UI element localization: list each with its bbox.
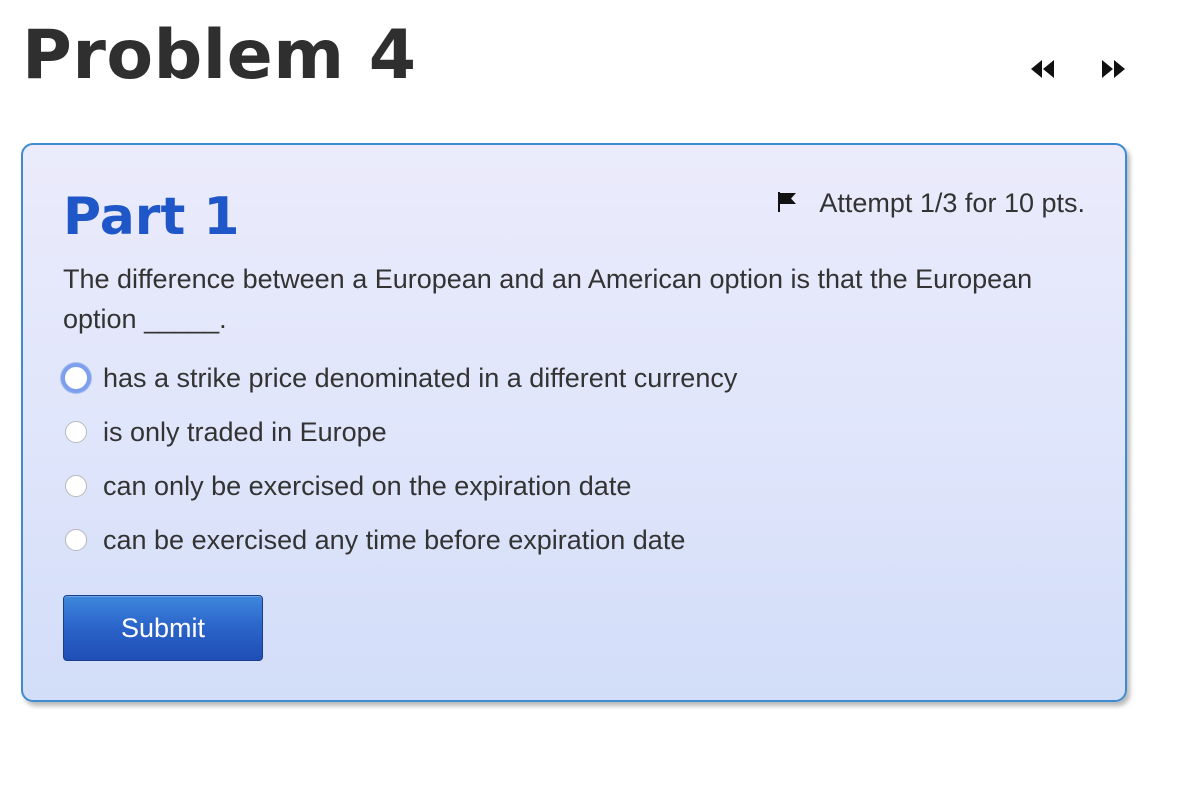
rewind-icon — [1031, 60, 1054, 78]
radio-button-1[interactable] — [61, 363, 91, 393]
answer-choices: has a strike price denominated in a diff… — [61, 351, 738, 567]
choice-label-2: is only traded in Europe — [103, 417, 387, 447]
question-card: Part 1 Attempt 1/3 for 10 pts. The diffe… — [21, 143, 1127, 702]
question-text: The difference between a European and an… — [63, 264, 1033, 334]
problem-title: Problem 4 — [22, 16, 417, 95]
choice-option-3[interactable]: can only be exercised on the expiration … — [63, 459, 737, 513]
fast-forward-icon — [1102, 60, 1125, 78]
choice-label-3: can only be exercised on the expiration … — [103, 471, 632, 501]
radio-button-2[interactable] — [65, 421, 87, 443]
attempt-info: Attempt 1/3 for 10 pts. — [777, 188, 1085, 219]
part-title: Part 1 — [63, 187, 240, 247]
choice-option-4[interactable]: can be exercised any time before expirat… — [63, 513, 737, 567]
choice-label-1: has a strike price denominated in a diff… — [103, 363, 738, 393]
radio-button-4[interactable] — [65, 529, 87, 551]
choice-label-4: can be exercised any time before expirat… — [103, 525, 686, 555]
choice-option-2[interactable]: is only traded in Europe — [63, 405, 737, 459]
attempt-text: Attempt 1/3 for 10 pts. — [819, 188, 1085, 218]
previous-problem-button[interactable] — [1026, 54, 1060, 84]
submit-button[interactable]: Submit — [63, 595, 263, 661]
problem-navigation — [1026, 54, 1130, 84]
choice-option-1[interactable]: has a strike price denominated in a diff… — [61, 351, 738, 405]
flag-icon[interactable] — [777, 191, 797, 213]
next-problem-button[interactable] — [1096, 54, 1130, 84]
radio-button-3[interactable] — [65, 475, 87, 497]
